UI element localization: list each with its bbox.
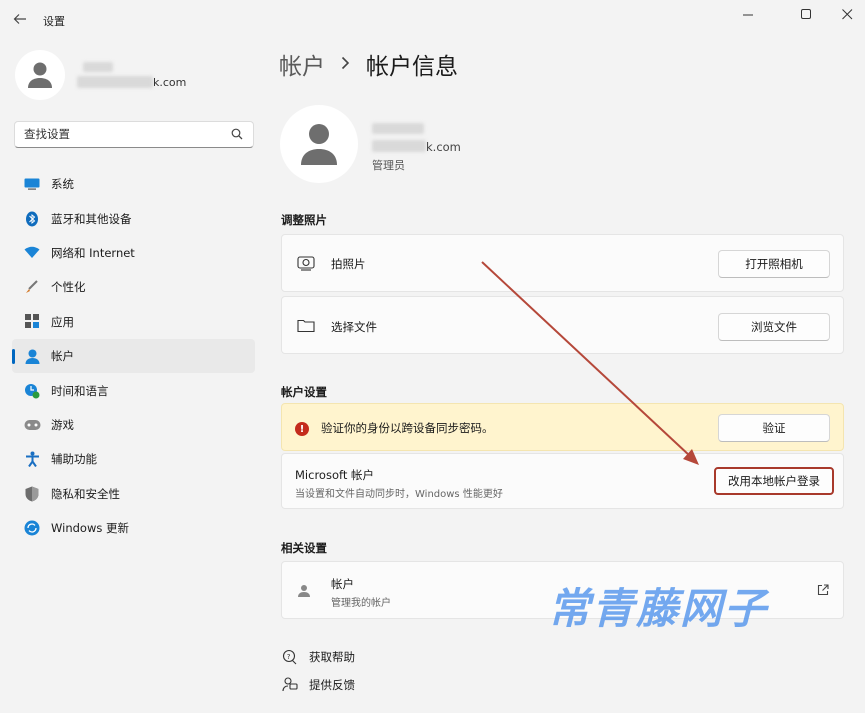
get-help-link[interactable]: ? 获取帮助 <box>281 648 355 666</box>
network-icon <box>23 244 41 262</box>
sidebar-item-gaming[interactable]: 游戏 <box>12 408 255 442</box>
external-link-icon[interactable] <box>817 584 829 599</box>
folder-icon <box>297 318 315 336</box>
back-arrow-icon[interactable] <box>10 9 30 29</box>
search-box[interactable] <box>14 121 254 148</box>
sidebar-item-label: 应用 <box>51 314 74 329</box>
give-feedback-label: 提供反馈 <box>309 678 355 692</box>
sidebar-item-apps[interactable]: 应用 <box>12 305 255 339</box>
sidebar-item-label: 系统 <box>51 177 74 192</box>
search-input[interactable] <box>24 127 224 141</box>
verify-identity-text: 验证你的身份以跨设备同步密码。 <box>321 421 494 435</box>
title-bar: 设置 <box>0 0 865 40</box>
take-photo-label: 拍照片 <box>331 257 366 271</box>
breadcrumb-parent[interactable]: 帐户 <box>279 47 325 81</box>
get-help-label: 获取帮助 <box>309 650 355 664</box>
open-camera-button[interactable]: 打开照相机 <box>718 250 830 278</box>
user-email-suffix: k.com <box>426 140 461 154</box>
related-accounts-title: 帐户 <box>331 577 354 591</box>
sidebar-item-label: 个性化 <box>51 280 86 295</box>
microsoft-account-card: Microsoft 帐户 当设置和文件自动同步时，Windows 性能更好 改用… <box>281 453 844 509</box>
browse-files-button[interactable]: 浏览文件 <box>718 313 830 341</box>
svg-text:?: ? <box>287 653 291 661</box>
choose-file-label: 选择文件 <box>331 320 377 334</box>
apps-icon <box>23 313 41 331</box>
give-feedback-link[interactable]: 提供反馈 <box>281 676 355 694</box>
windows-update-icon <box>23 519 41 537</box>
sidebar-item-time-language[interactable]: 时间和语言 <box>12 373 255 407</box>
section-title-related: 相关设置 <box>281 541 327 555</box>
sidebar-item-label: 时间和语言 <box>51 383 109 398</box>
sidebar-item-network[interactable]: 网络和 Internet <box>12 236 255 270</box>
avatar-large <box>280 105 358 183</box>
redacted-name <box>372 123 424 134</box>
personalization-icon <box>23 278 41 296</box>
sidebar-item-windows-update[interactable]: Windows 更新 <box>12 511 255 545</box>
microsoft-account-subtitle: 当设置和文件自动同步时，Windows 性能更好 <box>295 489 503 500</box>
choose-file-card: 选择文件 浏览文件 <box>281 296 844 354</box>
window-title: 设置 <box>43 15 65 28</box>
sidebar-item-privacy[interactable]: 隐私和安全性 <box>12 477 255 511</box>
accessibility-icon <box>23 450 41 468</box>
error-icon: ! <box>295 422 309 436</box>
sidebar-item-label: 隐私和安全性 <box>51 486 120 501</box>
redacted-name <box>83 62 113 72</box>
section-title-photo: 调整照片 <box>281 213 327 227</box>
take-photo-card: 拍照片 打开照相机 <box>281 234 844 292</box>
user-avatar-icon <box>301 124 337 165</box>
sidebar-user-block[interactable]: k.com <box>13 48 263 102</box>
sidebar-item-label: 辅助功能 <box>51 452 97 467</box>
sidebar-item-label: 网络和 Internet <box>51 245 135 260</box>
privacy-shield-icon <box>23 485 41 503</box>
sidebar-item-accessibility[interactable]: 辅助功能 <box>12 442 255 476</box>
user-email-suffix: k.com <box>153 76 187 89</box>
redacted-email <box>372 140 426 152</box>
sidebar-item-label: 蓝牙和其他设备 <box>51 211 132 226</box>
verify-identity-banner: ! 验证你的身份以跨设备同步密码。 验证 <box>281 403 844 451</box>
sidebar-nav: 系统 蓝牙和其他设备 网络和 Internet 个性化 应用 帐户 时间和语言 … <box>12 167 255 545</box>
sidebar-item-accounts[interactable]: 帐户 <box>12 338 255 374</box>
sidebar-item-bluetooth[interactable]: 蓝牙和其他设备 <box>12 201 255 235</box>
verify-button[interactable]: 验证 <box>718 414 830 442</box>
redacted-email <box>77 76 153 88</box>
help-icon: ? <box>281 648 299 666</box>
sidebar-item-system[interactable]: 系统 <box>12 167 255 201</box>
camera-icon <box>297 255 315 274</box>
accounts-icon <box>23 347 41 365</box>
chevron-right-icon <box>341 54 350 75</box>
bluetooth-icon <box>23 210 41 228</box>
minimize-icon[interactable] <box>730 4 766 24</box>
sidebar-item-label: 帐户 <box>51 349 74 364</box>
related-accounts-subtitle: 管理我的帐户 <box>331 598 391 609</box>
maximize-icon[interactable] <box>788 4 824 24</box>
watermark-text: 常青藤网子 <box>548 584 769 633</box>
switch-to-local-account-button[interactable]: 改用本地帐户登录 <box>714 467 834 495</box>
system-icon <box>23 175 41 193</box>
user-avatar-icon <box>28 62 52 88</box>
page-title: 帐户信息 <box>366 54 458 80</box>
gaming-icon <box>23 416 41 434</box>
microsoft-account-title: Microsoft 帐户 <box>295 468 374 482</box>
sidebar-item-label: Windows 更新 <box>51 521 129 536</box>
feedback-icon <box>281 676 299 694</box>
time-language-icon <box>23 382 41 400</box>
user-role: 管理员 <box>372 159 405 172</box>
breadcrumb: 帐户 帐户信息 <box>279 47 458 81</box>
close-icon[interactable] <box>829 4 865 24</box>
person-icon <box>297 584 311 601</box>
section-title-account-settings: 帐户设置 <box>281 385 327 399</box>
search-icon[interactable] <box>231 128 243 143</box>
sidebar-item-personalization[interactable]: 个性化 <box>12 270 255 304</box>
sidebar-item-label: 游戏 <box>51 417 74 432</box>
avatar <box>15 50 65 100</box>
